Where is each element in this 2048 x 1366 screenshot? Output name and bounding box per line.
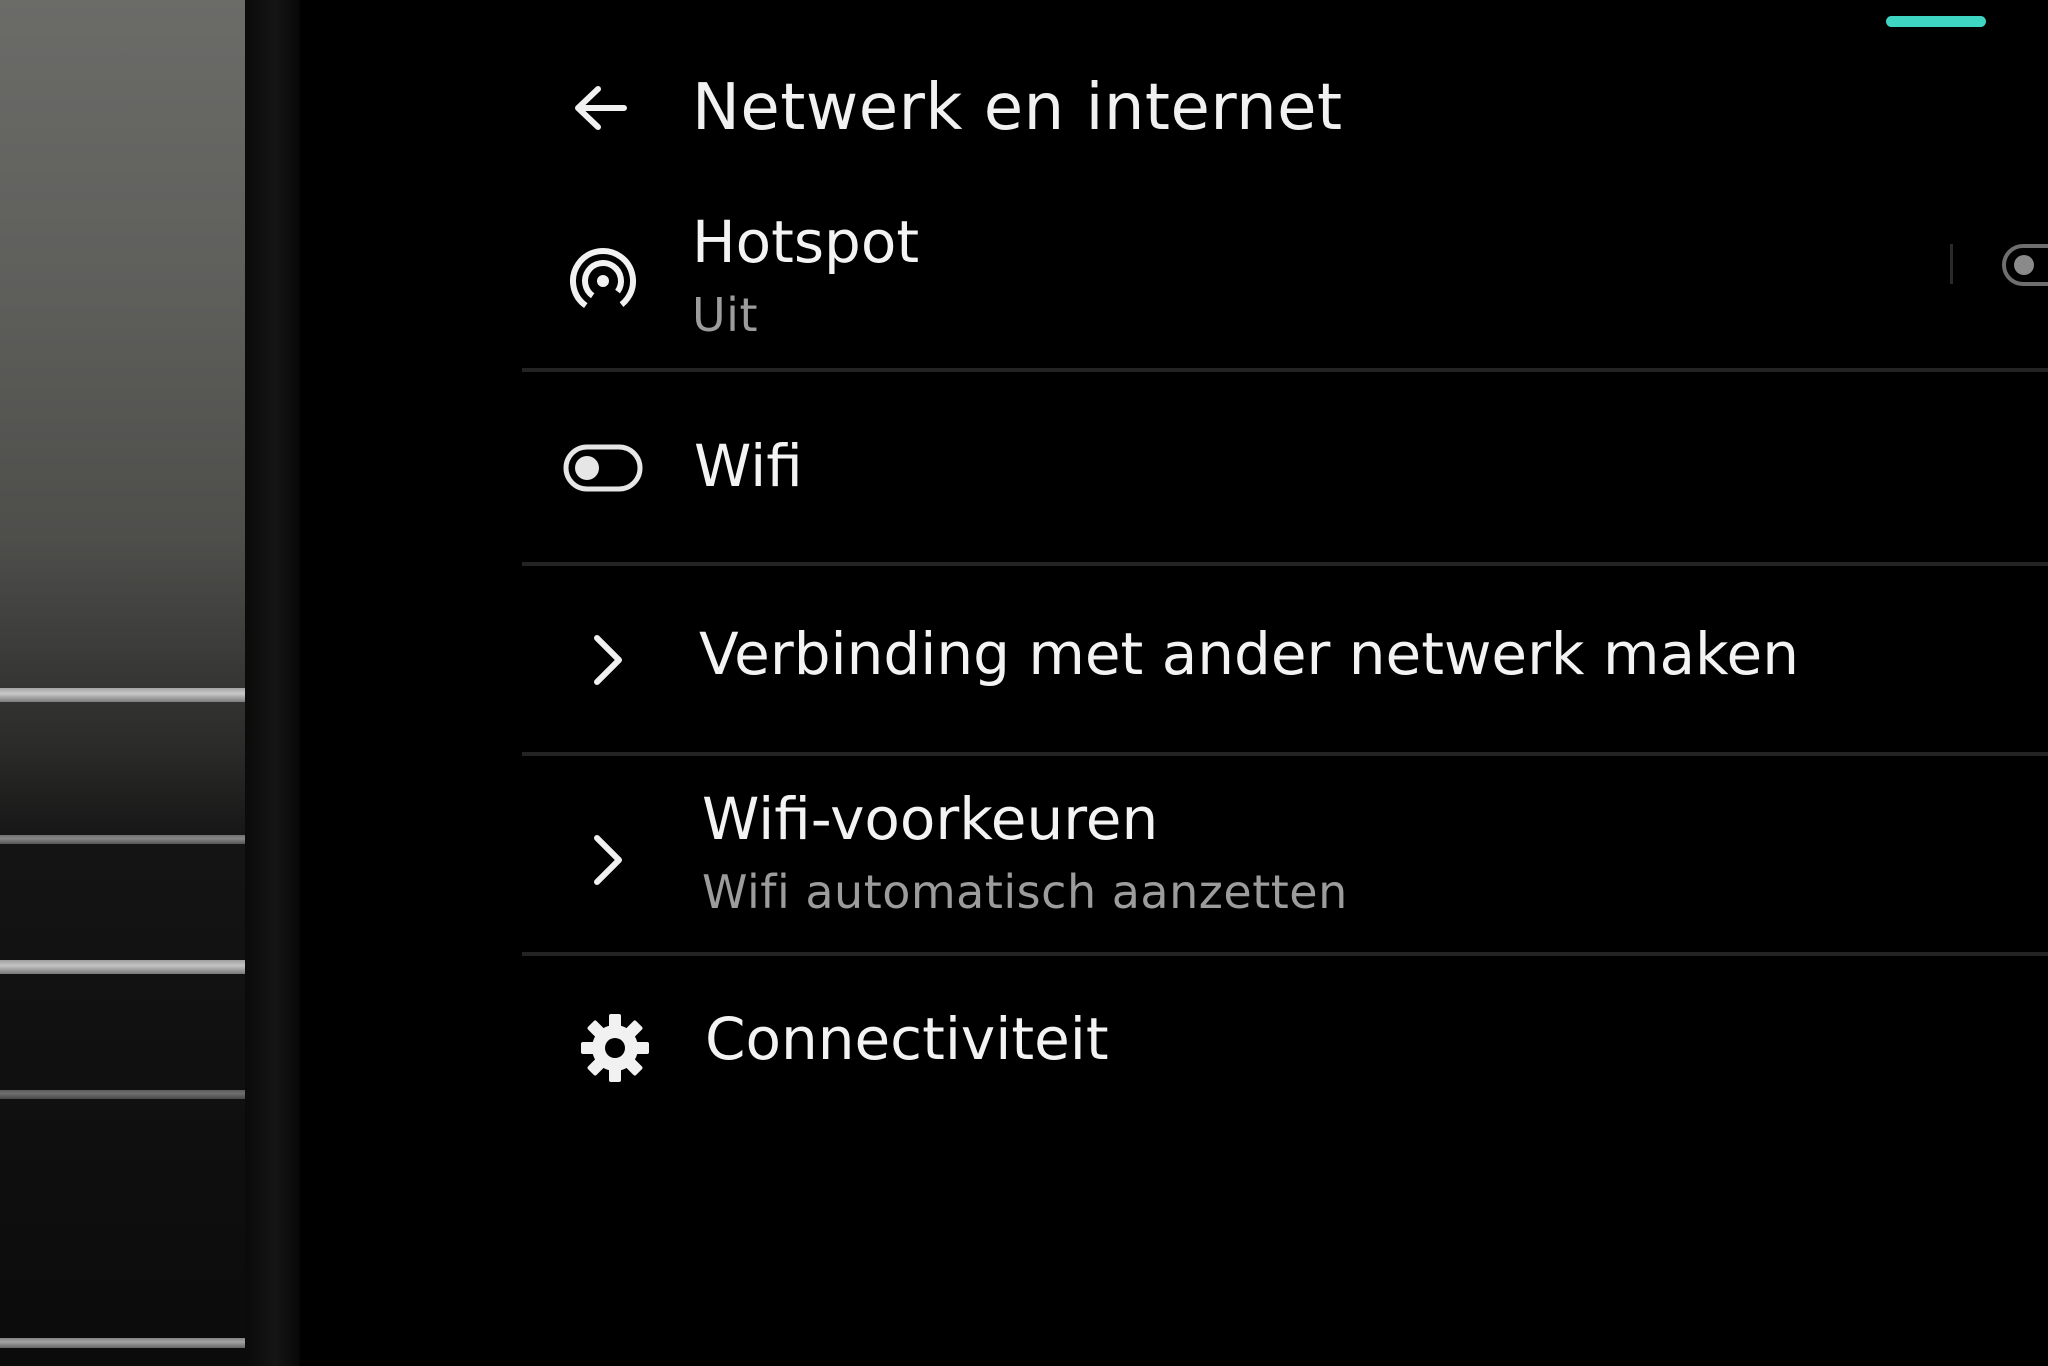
list-item-label: Verbinding met ander netwerk maken: [699, 620, 1799, 688]
arrow-left-icon: [575, 85, 627, 130]
chevron-right-icon: [577, 825, 637, 895]
photo-stage: Netwerk en internet Hotspot Uit Wifi Ver…: [0, 0, 2048, 1366]
list-item-label: Wifi: [694, 432, 803, 500]
hotspot-toggle[interactable]: [2002, 244, 2048, 286]
air-vent-slat: [0, 688, 255, 702]
hotspot-icon: [562, 240, 644, 322]
list-divider: [522, 952, 2048, 956]
list-item-other-network[interactable]: Verbinding met ander netwerk maken: [522, 575, 2048, 750]
toggle-off-icon: [562, 440, 644, 496]
air-vent-slat: [0, 1338, 255, 1348]
gear-icon: [577, 1010, 653, 1086]
air-vent-slat: [0, 835, 255, 844]
trailing-separator: [1950, 244, 1953, 284]
list-item-label: Connectiviteit: [705, 1005, 1109, 1073]
back-button[interactable]: [565, 73, 635, 143]
list-divider: [522, 562, 2048, 566]
list-divider: [522, 752, 2048, 756]
screen-bezel: [245, 0, 305, 1366]
air-vent-slat: [0, 1090, 255, 1099]
list-item-sublabel: Wifi automatisch aanzetten: [702, 865, 1348, 919]
page-header: Netwerk en internet: [565, 60, 1343, 155]
page-title: Netwerk en internet: [692, 70, 1343, 145]
infotainment-screen: Netwerk en internet Hotspot Uit Wifi Ver…: [300, 0, 2048, 1366]
status-indicator-bar: [1886, 16, 1986, 27]
list-item-sublabel: Uit: [692, 288, 758, 342]
list-item-wifi-preferences[interactable]: Wifi-voorkeuren Wifi automatisch aanzett…: [522, 765, 2048, 950]
list-divider: [522, 368, 2048, 372]
chevron-right-icon: [577, 625, 637, 695]
list-item-wifi[interactable]: Wifi: [522, 380, 2048, 560]
toggle-knob: [2014, 255, 2034, 275]
list-item-connectivity[interactable]: Connectiviteit: [522, 965, 2048, 1135]
list-item-label: Hotspot: [692, 208, 920, 276]
list-item-label: Wifi-voorkeuren: [702, 785, 1159, 853]
list-item-hotspot[interactable]: Hotspot Uit: [522, 200, 2048, 365]
air-vent-slat: [0, 960, 255, 974]
